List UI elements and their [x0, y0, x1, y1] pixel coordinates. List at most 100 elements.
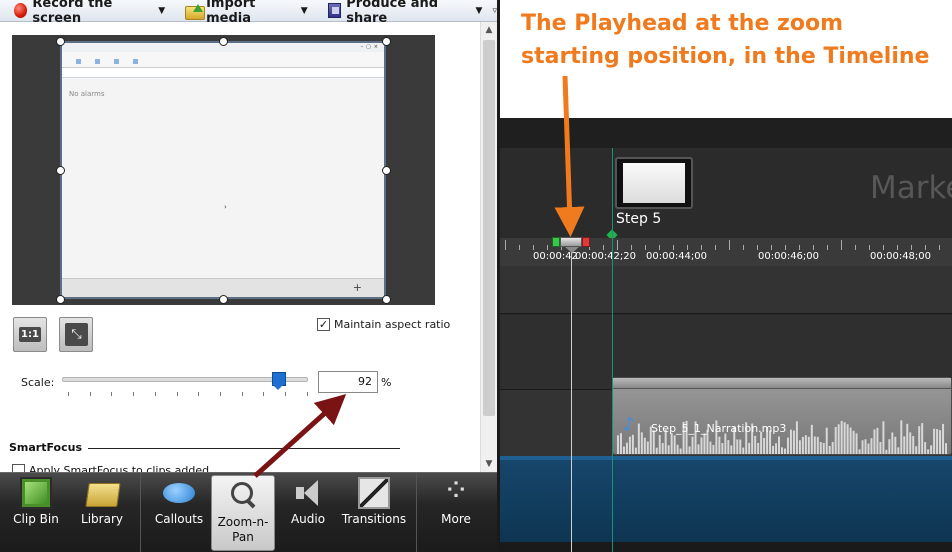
playhead[interactable]: [552, 237, 590, 253]
audio-clip[interactable]: ♪ Step_5_1_Narration.mp3: [612, 377, 952, 455]
waveform-bar: [894, 436, 897, 454]
record-icon: [14, 3, 28, 18]
tab-label: Library: [81, 512, 123, 526]
ruler-tick: [645, 245, 646, 250]
actual-size-button[interactable]: 1:1: [13, 317, 47, 352]
tab-audio[interactable]: Audio: [276, 473, 340, 552]
playhead-line: [571, 244, 572, 552]
waveform-bar: [789, 429, 792, 454]
waveform-bar: [909, 432, 912, 454]
tab-callouts[interactable]: Callouts: [143, 473, 215, 552]
waveform-bar: [631, 434, 634, 454]
zoom-handle-top-left[interactable]: [56, 37, 65, 46]
marker-track-label: Marke: [870, 170, 952, 206]
waveform-bar: [667, 445, 670, 454]
waveform-bar: [748, 442, 751, 454]
waveform-bar: [798, 440, 801, 454]
timeline-track[interactable]: [497, 266, 952, 314]
playhead-grip[interactable]: [560, 237, 582, 253]
scroll-down-icon[interactable]: ▼: [481, 456, 497, 472]
waveform-bar: [927, 449, 930, 454]
waveform-bar: [718, 436, 721, 454]
waveform-bar: [730, 445, 733, 454]
waveform-bar: [697, 444, 700, 454]
tab-more[interactable]: More: [420, 471, 492, 552]
scale-slider-track[interactable]: [62, 377, 308, 382]
actual-size-label: 1:1: [19, 327, 41, 342]
ruler-tick: [813, 245, 814, 250]
waveform-bar: [921, 423, 924, 454]
ruler-tick: [673, 245, 674, 250]
waveform-bar: [646, 441, 649, 454]
scale-slider-thumb[interactable]: [272, 372, 287, 390]
full-view-button[interactable]: ⤡: [59, 317, 93, 352]
zoom-handle-top-right[interactable]: [382, 37, 391, 46]
scroll-up-icon[interactable]: ▲: [481, 22, 497, 38]
playhead-in-handle[interactable]: [552, 237, 560, 247]
zoom-handle-left[interactable]: [56, 166, 65, 175]
waveform-bar: [655, 447, 658, 454]
waveform-bar: [801, 436, 804, 454]
waveform-bar: [712, 444, 715, 454]
thumbnail-warning-bar: [62, 68, 384, 77]
thumbnail-body: No alarms ›: [62, 78, 384, 278]
scrollbar-thumb[interactable]: [483, 40, 495, 416]
ribbon-item-icon: [114, 59, 119, 65]
scale-value-input[interactable]: 92: [318, 371, 378, 393]
waveform-bar: [831, 441, 834, 454]
zoom-preview: –▢× No alarms › +: [12, 35, 435, 305]
main-toolbar: Record the screen ▼ Import media ▼ Produ…: [0, 0, 497, 26]
waveform-bar: [661, 442, 664, 454]
import-folder-icon: [185, 3, 206, 20]
tab-clip-bin[interactable]: Clip Bin: [0, 473, 72, 552]
record-screen-button[interactable]: Record the screen ▼: [0, 0, 171, 26]
tab-library[interactable]: Library: [66, 473, 138, 552]
import-media-button[interactable]: Import media ▼: [171, 0, 314, 26]
waveform-bar: [837, 424, 840, 454]
vertical-scrollbar[interactable]: ▲ ▼: [480, 22, 497, 472]
playhead-out-handle[interactable]: [582, 237, 590, 247]
waveform-bar: [906, 423, 909, 454]
produce-share-button[interactable]: Produce and share ▼: [314, 0, 489, 26]
zoom-handle-top[interactable]: [219, 37, 228, 46]
waveform-bar: [867, 443, 870, 454]
tab-transitions[interactable]: Transitions: [336, 473, 412, 552]
tab-label: Zoom-n- Pan: [217, 515, 269, 544]
zoom-thumbnail-image: [623, 163, 685, 203]
produce-icon: [327, 3, 342, 18]
scale-unit-label: %: [381, 376, 392, 389]
zoom-handle-bottom-left[interactable]: [56, 295, 65, 304]
ruler-tick: [939, 245, 940, 250]
waveform-bar: [619, 433, 622, 454]
waveform-bar: [709, 441, 712, 454]
zoom-thumbnail[interactable]: [615, 157, 693, 209]
import-media-label: Import media: [206, 0, 256, 26]
tab-label: Clip Bin: [13, 512, 59, 526]
waveform-bar: [760, 431, 763, 454]
waveform-bar: [757, 442, 760, 454]
waveform-bar: [852, 430, 855, 454]
ruler-tick: [603, 245, 604, 250]
waveform-bar: [688, 446, 691, 454]
tab-zoom-n-pan[interactable]: Zoom-n- Pan: [211, 475, 275, 551]
zoom-handle-bottom-right[interactable]: [382, 295, 391, 304]
waveform-bar: [763, 437, 766, 454]
tab-label: Transitions: [341, 512, 407, 526]
waveform-bar: [643, 437, 646, 454]
ruler-tick: [911, 245, 912, 250]
waveform-bar: [727, 440, 730, 454]
waveform-bar: [930, 445, 933, 454]
music-note-icon: ♪: [623, 414, 635, 435]
zoom-handle-right[interactable]: [382, 166, 391, 175]
checkbox-checked-icon[interactable]: ✓: [317, 318, 330, 331]
waveform-bar: [900, 420, 903, 454]
bottom-track[interactable]: [497, 456, 952, 542]
timeline-panel: The Playhead at the zoom starting positi…: [497, 0, 952, 552]
waveform-bar: [840, 420, 843, 454]
zoom-handle-bottom[interactable]: [219, 295, 228, 304]
ruler-tick: [617, 240, 618, 250]
ruler-tick: [533, 245, 534, 250]
waveform-bar: [807, 436, 810, 454]
maintain-aspect-ratio-checkbox[interactable]: ✓ Maintain aspect ratio: [317, 318, 450, 331]
waveform-bar: [864, 439, 867, 454]
